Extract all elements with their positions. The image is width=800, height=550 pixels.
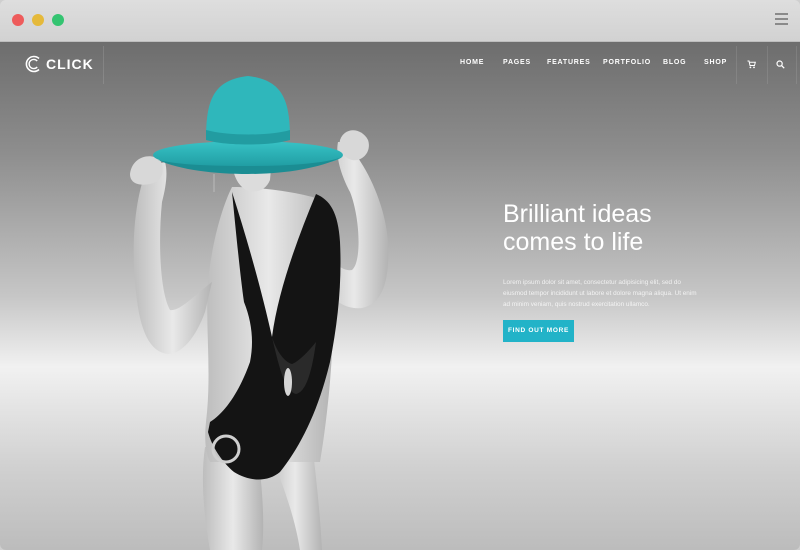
close-window-button[interactable] [12, 14, 24, 26]
nav-pages[interactable]: PAGES [503, 59, 531, 66]
click-logo-icon [25, 55, 40, 73]
hero-section: CLICK HOME PAGES FEATURES PORTFOLIO BLOG… [0, 42, 800, 550]
cart-icon [747, 60, 756, 69]
hamburger-icon[interactable] [775, 13, 788, 27]
brand-logo[interactable]: CLICK [24, 54, 94, 74]
cart-button[interactable] [736, 46, 768, 84]
window-titlebar [0, 0, 800, 42]
nav-blog[interactable]: BLOG [663, 59, 686, 66]
hero-headline-line-1: Brilliant ideas [503, 200, 652, 228]
nav-home[interactable]: HOME [460, 59, 484, 66]
site-navbar: CLICK HOME PAGES FEATURES PORTFOLIO BLOG… [0, 42, 800, 84]
hero-headline-line-2: comes to life [503, 228, 644, 256]
hero-headline: Brilliant ideas comes to life [503, 200, 763, 256]
search-icon [776, 60, 785, 69]
minimize-window-button[interactable] [32, 14, 44, 26]
nav-portfolio[interactable]: PORTFOLIO [603, 59, 651, 66]
nav-shop[interactable]: SHOP [704, 59, 727, 66]
navbar-divider [103, 46, 104, 84]
maximize-window-button[interactable] [52, 14, 64, 26]
browser-window: CLICK HOME PAGES FEATURES PORTFOLIO BLOG… [0, 0, 800, 550]
search-button[interactable] [766, 46, 797, 84]
nav-features[interactable]: FEATURES [547, 59, 591, 66]
find-out-more-button[interactable]: FIND OUT MORE [503, 320, 574, 342]
brand-name: CLICK [46, 56, 94, 72]
hero-body-text: Lorem ipsum dolor sit amet, consectetur … [503, 279, 697, 309]
